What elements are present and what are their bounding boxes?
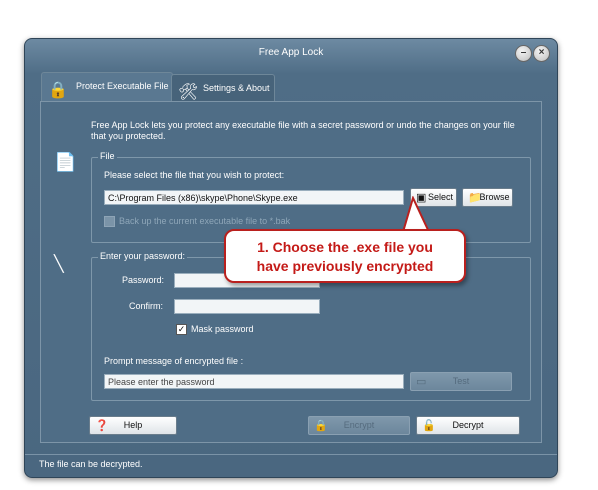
file-icon: 📄	[54, 152, 77, 172]
help-button-label: Help	[123, 420, 143, 430]
test-button-label: Test	[452, 376, 470, 386]
status-bar: The file can be decrypted.	[25, 454, 557, 477]
key-icon: ╲	[54, 256, 64, 273]
decrypt-button-label: Decrypt	[452, 420, 484, 430]
minimize-button[interactable]: –	[515, 45, 532, 62]
status-text: The file can be decrypted.	[39, 459, 143, 469]
tab-settings-label: Settings & About	[203, 83, 270, 93]
close-button[interactable]: ×	[533, 45, 550, 62]
test-icon: ▭	[416, 376, 427, 388]
file-path-field[interactable]: C:\Program Files (x86)\skype\Phone\Skype…	[104, 190, 404, 205]
password-label: Password:	[122, 275, 165, 285]
window-title: Free App Lock	[258, 47, 324, 58]
callout-line-1: 1. Choose the .exe file you	[257, 239, 433, 255]
help-icon: ❓	[95, 420, 109, 432]
folder-icon: 📁	[468, 192, 482, 204]
help-button[interactable]: ❓ Help	[89, 416, 177, 435]
backup-checkbox[interactable]	[104, 216, 115, 227]
annotation-callout: 1. Choose the .exe file you have previou…	[224, 229, 466, 283]
callout-line-2: have previously encrypted	[256, 258, 434, 274]
tab-protect-label: Protect Executable File	[76, 81, 169, 91]
encrypt-button-label: Encrypt	[343, 420, 375, 430]
mask-password-label: Mask password	[191, 324, 254, 334]
browse-button[interactable]: 📁 Browse	[462, 188, 513, 207]
title-bar: Free App Lock	[25, 39, 557, 67]
intro-text: Free App Lock lets you protect any execu…	[91, 120, 515, 141]
lock-icon: 🔒	[48, 82, 68, 99]
confirm-input[interactable]	[174, 299, 320, 314]
backup-label: Back up the current executable file to *…	[119, 216, 291, 226]
unlock-icon: 🔓	[422, 420, 436, 432]
confirm-label: Confirm:	[129, 301, 164, 311]
prompt-message-input[interactable]: Please enter the password	[104, 374, 404, 389]
tab-settings-about[interactable]: 🛠 Settings & About	[171, 74, 275, 102]
decrypt-button[interactable]: 🔓 Decrypt	[416, 416, 520, 435]
tab-protect-executable[interactable]: 🔒 Protect Executable File	[41, 72, 173, 103]
file-group-legend: File	[98, 151, 117, 161]
test-button[interactable]: ▭ Test	[410, 372, 512, 391]
mask-password-checkbox[interactable]: ✓	[176, 324, 187, 335]
password-group-legend: Enter your password:	[98, 251, 188, 261]
file-prompt-label: Please select the file that you wish to …	[104, 170, 285, 180]
prompt-message-label: Prompt message of encrypted file :	[104, 356, 244, 366]
encrypt-lock-icon: 🔒	[314, 420, 328, 432]
encrypt-button[interactable]: 🔒 Encrypt	[308, 416, 410, 435]
